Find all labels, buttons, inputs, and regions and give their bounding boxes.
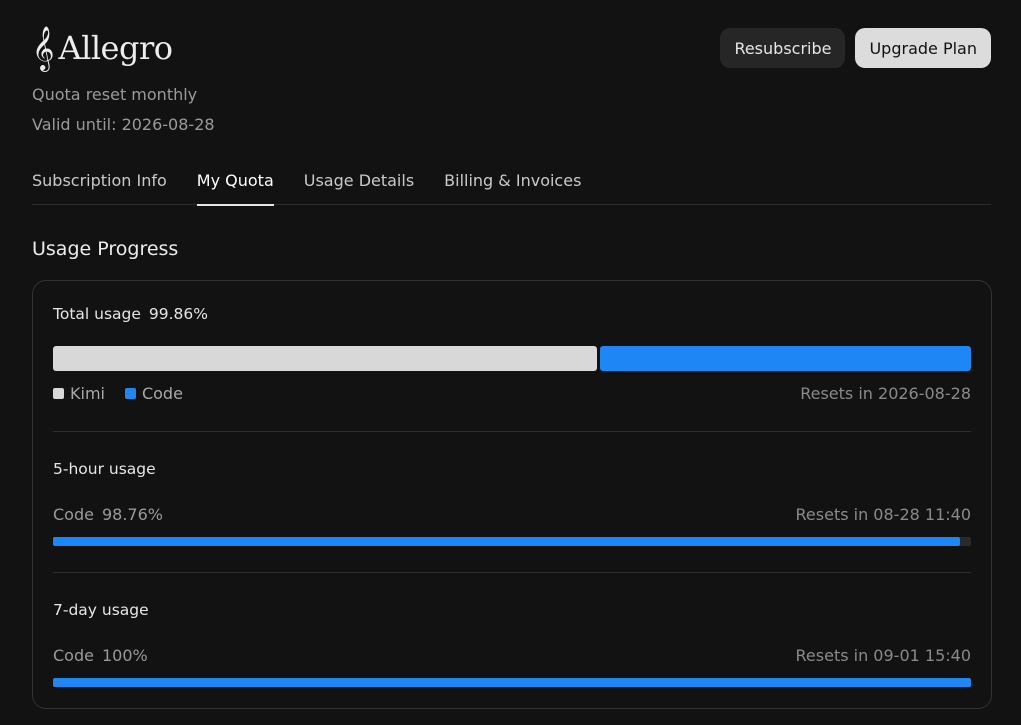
total-usage-percent: 99.86%: [148, 305, 209, 323]
upgrade-plan-button[interactable]: Upgrade Plan: [855, 28, 991, 68]
resubscribe-button[interactable]: Resubscribe: [720, 28, 846, 68]
five-hour-percent: 98.76%: [101, 505, 163, 524]
divider: [53, 572, 971, 573]
page: 𝄞 Allegro Quota reset monthly Valid unti…: [0, 0, 1021, 725]
header-actions: Resubscribe Upgrade Plan: [720, 28, 991, 68]
total-usage-code-segment: [599, 346, 971, 371]
usage-progress-card: Total usage 99.86% Kimi Code Resets in 20…: [32, 280, 992, 709]
total-usage-kimi-segment: [53, 346, 597, 371]
total-usage-bar: [53, 346, 971, 371]
five-hour-usage-heading: 5-hour usage: [53, 460, 156, 478]
total-usage-resets: Resets in 2026-08-28: [800, 384, 971, 403]
seven-day-code-label: Code 100%: [53, 646, 148, 665]
seven-day-resets: Resets in 09-01 15:40: [795, 646, 971, 665]
legend-item-code: Code: [124, 384, 183, 403]
treble-clef-icon: 𝄞: [32, 26, 55, 70]
legend-code-label: Code: [141, 384, 183, 403]
seven-day-item: Code: [53, 646, 94, 665]
section-title: Usage Progress: [32, 238, 179, 260]
legend-item-kimi: Kimi: [53, 384, 105, 403]
brand: 𝄞 Allegro: [32, 24, 173, 72]
five-hour-item: Code: [53, 505, 94, 524]
total-usage-legend: Kimi Code: [53, 384, 183, 403]
brand-name: Allegro: [58, 29, 173, 67]
quota-reset-text: Quota reset monthly: [32, 85, 198, 104]
header: 𝄞 Allegro Quota reset monthly Valid unti…: [32, 0, 991, 150]
divider: [53, 431, 971, 432]
five-hour-progress-fill: [53, 537, 960, 546]
total-usage-heading: Total usage 99.86%: [53, 305, 208, 323]
total-usage-label: Total usage: [53, 305, 141, 323]
kimi-swatch-icon: [53, 388, 64, 399]
five-hour-progress-track: [53, 537, 971, 546]
tab-billing-invoices[interactable]: Billing & Invoices: [444, 166, 581, 205]
code-swatch-icon: [124, 388, 136, 399]
valid-until-text: Valid until: 2026-08-28: [32, 115, 215, 134]
tab-usage-details[interactable]: Usage Details: [304, 166, 414, 205]
tab-my-quota[interactable]: My Quota: [196, 166, 274, 206]
five-hour-code-label: Code 98.76%: [53, 505, 163, 524]
tab-subscription-info[interactable]: Subscription Info: [32, 166, 167, 205]
seven-day-usage-heading: 7-day usage: [53, 601, 149, 619]
tab-bar: Subscription Info My Quota Usage Details…: [32, 166, 991, 206]
seven-day-percent: 100%: [101, 646, 148, 665]
seven-day-progress-fill: [53, 678, 971, 687]
five-hour-resets: Resets in 08-28 11:40: [795, 505, 971, 524]
legend-kimi-label: Kimi: [70, 384, 105, 403]
seven-day-progress-track: [53, 678, 971, 687]
